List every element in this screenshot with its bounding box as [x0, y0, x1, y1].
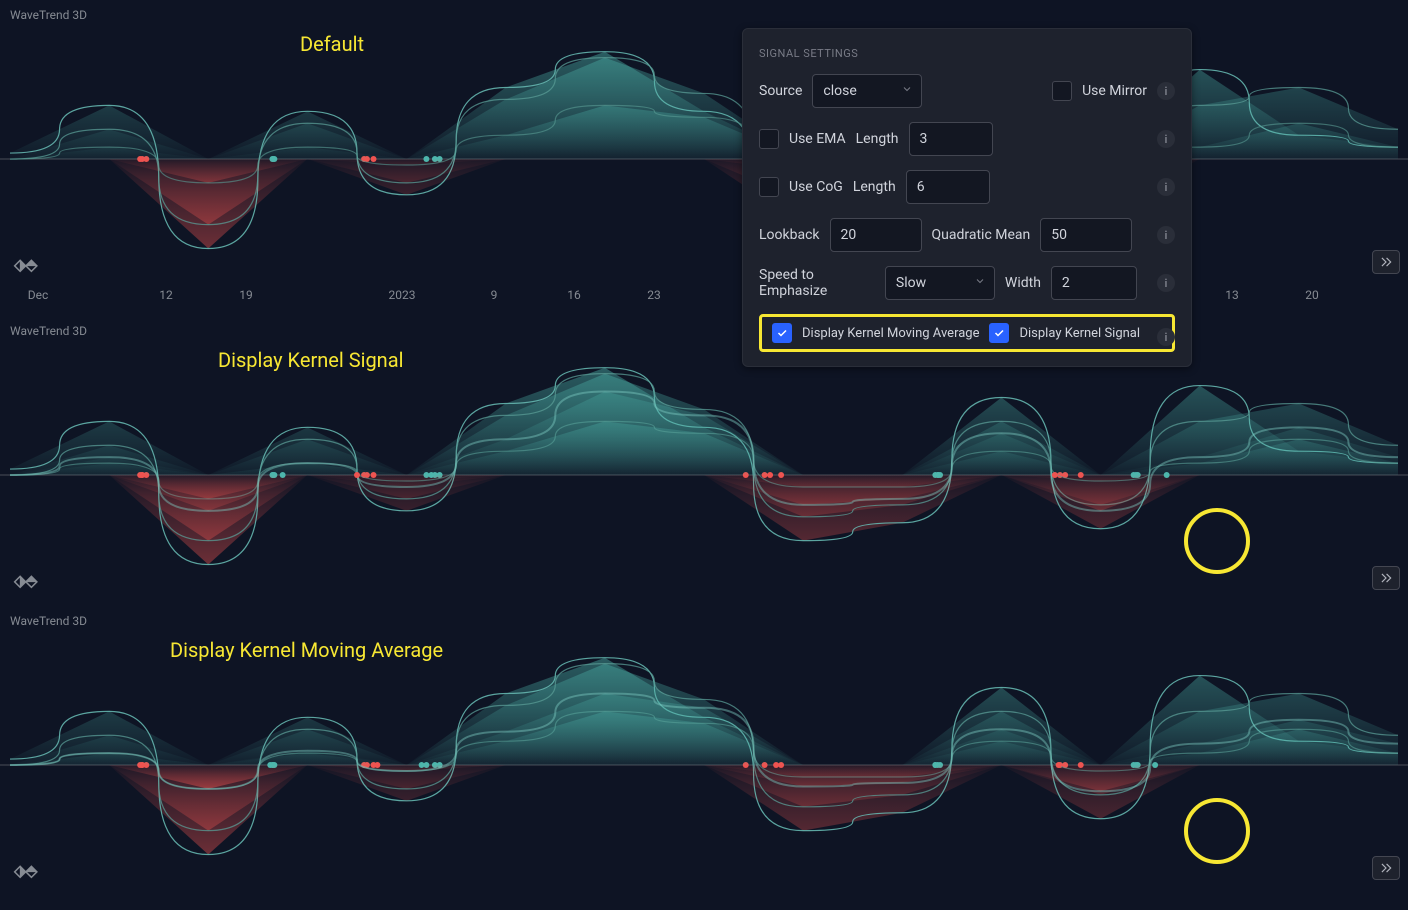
use-mirror-checkbox[interactable] — [1052, 81, 1072, 101]
info-icon[interactable]: i — [1157, 328, 1175, 346]
use-cog-checkbox[interactable] — [759, 177, 779, 197]
display-kma-label: Display Kernel Moving Average — [802, 326, 979, 341]
lookback-input[interactable]: 20 — [830, 218, 922, 252]
source-label: Source — [759, 83, 802, 99]
display-ks-label: Display Kernel Signal — [1019, 326, 1140, 341]
info-icon[interactable]: i — [1157, 226, 1175, 244]
more-button[interactable] — [1372, 250, 1400, 274]
speed-label: Speed to Emphasize — [759, 267, 875, 299]
chart-panel-signal: WaveTrend 3D Display Kernel Signal ⬗⬘ — [0, 316, 1408, 600]
info-icon[interactable]: i — [1157, 130, 1175, 148]
ema-length-input[interactable]: 3 — [909, 122, 993, 156]
use-mirror-label: Use Mirror — [1082, 83, 1147, 99]
info-icon[interactable]: i — [1157, 82, 1175, 100]
more-button[interactable] — [1372, 856, 1400, 880]
wave-chart[interactable] — [0, 316, 1408, 600]
tradingview-logo: ⬗⬘ — [14, 861, 37, 880]
chevron-down-icon — [974, 275, 986, 291]
chart-panel-default: WaveTrend 3D Default ⬗⬘ — [0, 0, 1408, 284]
display-ks-checkbox[interactable] — [989, 323, 1009, 343]
info-icon[interactable]: i — [1157, 178, 1175, 196]
use-ema-checkbox[interactable] — [759, 129, 779, 149]
chevron-down-icon — [901, 83, 913, 99]
wave-chart[interactable] — [0, 606, 1408, 890]
time-axis: Dec 12 19 2023 9 16 23 13 20 — [0, 286, 1408, 308]
display-kernel-highlight: Display Kernel Moving Average Display Ke… — [759, 314, 1175, 352]
cog-length-label: Length — [853, 179, 896, 195]
use-ema-label: Use EMA — [789, 131, 846, 147]
settings-title: SIGNAL SETTINGS — [759, 47, 1175, 60]
signal-settings-panel: SIGNAL SETTINGS Source close Use Mirror … — [742, 28, 1192, 367]
width-label: Width — [1005, 275, 1041, 291]
wave-chart[interactable] — [0, 0, 1408, 284]
display-kma-checkbox[interactable] — [772, 323, 792, 343]
more-button[interactable] — [1372, 566, 1400, 590]
ema-length-label: Length — [856, 131, 899, 147]
qmean-input[interactable]: 50 — [1040, 218, 1132, 252]
chart-panel-ma: WaveTrend 3D Display Kernel Moving Avera… — [0, 606, 1408, 890]
width-input[interactable]: 2 — [1051, 266, 1137, 300]
qmean-label: Quadratic Mean — [932, 227, 1031, 243]
lookback-label: Lookback — [759, 227, 820, 243]
cog-length-input[interactable]: 6 — [906, 170, 990, 204]
tradingview-logo: ⬗⬘ — [14, 571, 37, 590]
use-cog-label: Use CoG — [789, 179, 843, 195]
info-icon[interactable]: i — [1157, 274, 1175, 292]
tradingview-logo: ⬗⬘ — [14, 255, 37, 274]
speed-select[interactable]: Slow — [885, 266, 995, 300]
source-select[interactable]: close — [812, 74, 922, 108]
